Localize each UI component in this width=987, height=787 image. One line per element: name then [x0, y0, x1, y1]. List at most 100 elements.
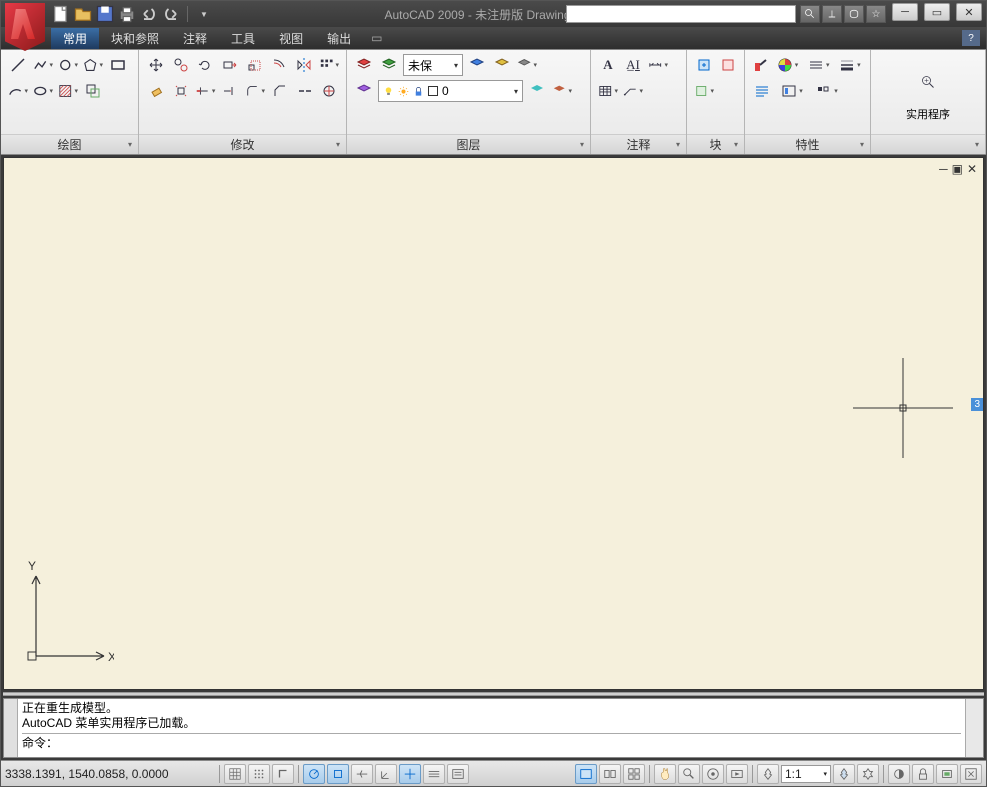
vp-minimize-icon[interactable]: ─ — [939, 162, 948, 176]
redo-icon[interactable] — [161, 4, 181, 24]
stretch-tool-icon[interactable] — [219, 54, 241, 76]
quickview-drawings-icon[interactable] — [623, 764, 645, 784]
trim-tool-icon[interactable] — [194, 80, 216, 102]
undo-icon[interactable] — [139, 4, 159, 24]
drawing-canvas[interactable]: ─ ▣ ✕ 3 Y X — [3, 157, 984, 690]
snap-grid-icon[interactable] — [224, 764, 246, 784]
scale-tool-icon[interactable] — [244, 54, 266, 76]
line-tool-icon[interactable] — [7, 54, 29, 76]
copy-tool-icon[interactable] — [170, 54, 192, 76]
layer-walk-icon[interactable] — [551, 80, 573, 102]
workspace-switch-icon[interactable] — [888, 764, 910, 784]
tab-common[interactable]: 常用 — [51, 28, 99, 49]
lineweight-combo-icon[interactable] — [836, 54, 864, 76]
vp-close-icon[interactable]: ✕ — [967, 162, 977, 176]
polygon-tool-icon[interactable] — [82, 54, 104, 76]
polar-icon[interactable] — [303, 764, 325, 784]
chamfer-tool-icon[interactable] — [269, 80, 291, 102]
search-icon-btn[interactable] — [800, 5, 820, 23]
hardware-accel-icon[interactable] — [936, 764, 958, 784]
otrack-icon[interactable] — [351, 764, 373, 784]
showmotion-icon[interactable] — [726, 764, 748, 784]
save-icon[interactable] — [95, 4, 115, 24]
insert-block-icon[interactable] — [693, 54, 714, 76]
panel-block-title[interactable]: 块▾ — [687, 134, 744, 154]
plotstyle-combo-icon[interactable] — [811, 80, 843, 102]
minimize-button[interactable]: ─ — [892, 3, 918, 21]
join-tool-icon[interactable] — [318, 80, 340, 102]
print-icon[interactable] — [117, 4, 137, 24]
ducs-icon[interactable] — [375, 764, 397, 784]
mirror-tool-icon[interactable] — [293, 54, 315, 76]
measure-tool-icon[interactable] — [908, 62, 948, 102]
zoom-icon[interactable] — [678, 764, 700, 784]
grid-display-icon[interactable] — [248, 764, 270, 784]
command-resize-handle[interactable] — [3, 692, 984, 696]
panel-annot-title[interactable]: 注释▾ — [591, 134, 686, 154]
ellipse-tool-icon[interactable] — [32, 80, 54, 102]
lineweight-toggle-icon[interactable] — [423, 764, 445, 784]
dimension-tool-icon[interactable] — [647, 54, 669, 76]
clean-screen-icon[interactable] — [960, 764, 982, 784]
layer-off-icon[interactable] — [516, 54, 538, 76]
layer-props-icon[interactable] — [353, 54, 375, 76]
polyline-tool-icon[interactable] — [32, 54, 54, 76]
layer-state-combo[interactable]: 未保▾ — [403, 54, 463, 76]
layer-states-icon[interactable] — [378, 54, 400, 76]
app-logo-icon[interactable] — [5, 3, 45, 51]
command-scrollbar[interactable] — [965, 699, 983, 757]
layer-prev-icon[interactable] — [526, 80, 548, 102]
anno-scale-combo[interactable]: 1:1▾ — [781, 765, 831, 783]
offset-tool-icon[interactable] — [269, 54, 291, 76]
anno-visibility-icon[interactable] — [833, 764, 855, 784]
layer-iso-icon[interactable] — [466, 54, 488, 76]
bylayer-combo-icon[interactable] — [776, 80, 808, 102]
panel-props-title[interactable]: 特性▾ — [745, 134, 870, 154]
panel-util-title[interactable]: ▾ — [871, 134, 985, 154]
osnap-icon[interactable] — [327, 764, 349, 784]
ortho-icon[interactable] — [272, 764, 294, 784]
dyn-input-icon[interactable] — [399, 764, 421, 784]
model-space-icon[interactable] — [575, 764, 597, 784]
rectangle-tool-icon[interactable] — [107, 54, 129, 76]
infocenter-icon[interactable]: ⟂ — [822, 5, 842, 23]
coordinates-display[interactable]: 3338.1391, 1540.0858, 0.0000 — [5, 767, 215, 781]
close-button[interactable]: ✕ — [956, 3, 982, 21]
pan-icon[interactable] — [654, 764, 676, 784]
command-handle[interactable] — [4, 699, 18, 757]
vp-restore-icon[interactable]: ▣ — [952, 162, 963, 176]
list-props-icon[interactable] — [751, 80, 773, 102]
search-input[interactable] — [566, 5, 796, 23]
command-text-area[interactable]: 正在重生成模型。 AutoCAD 菜单实用程序已加载。 命令： — [18, 699, 965, 757]
layer-freeze-icon[interactable] — [491, 54, 513, 76]
dtext-tool-icon[interactable]: A̲I — [622, 54, 644, 76]
region-tool-icon[interactable] — [82, 80, 104, 102]
new-file-icon[interactable] — [51, 4, 71, 24]
tab-view[interactable]: 视图 — [267, 28, 315, 49]
comm-center-icon[interactable] — [844, 5, 864, 23]
explode-tool-icon[interactable] — [170, 80, 192, 102]
mtext-tool-icon[interactable]: A — [597, 54, 619, 76]
linetype-combo-icon[interactable] — [805, 54, 833, 76]
table-tool-icon[interactable] — [597, 80, 619, 102]
array-tool-icon[interactable] — [318, 54, 340, 76]
color-combo-icon[interactable] — [773, 54, 801, 76]
qp-icon[interactable] — [447, 764, 469, 784]
favorite-icon[interactable]: ☆ — [866, 5, 886, 23]
tab-block-ref[interactable]: 块和参照 — [99, 28, 171, 49]
panel-modify-title[interactable]: 修改▾ — [139, 134, 346, 154]
tab-tools[interactable]: 工具 — [219, 28, 267, 49]
steering-wheel-icon[interactable] — [702, 764, 724, 784]
circle-tool-icon[interactable] — [57, 54, 79, 76]
hatch-tool-icon[interactable] — [57, 80, 79, 102]
tab-annotate[interactable]: 注释 — [171, 28, 219, 49]
panel-draw-title[interactable]: 绘图▾ — [1, 134, 138, 154]
toolbar-lock-icon[interactable] — [912, 764, 934, 784]
match-props-icon[interactable] — [751, 54, 770, 76]
quickview-layouts-icon[interactable] — [599, 764, 621, 784]
erase-tool-icon[interactable] — [145, 80, 167, 102]
anno-autoscale-icon[interactable] — [857, 764, 879, 784]
panel-layer-title[interactable]: 图层▾ — [347, 134, 590, 154]
extend-tool-icon[interactable] — [219, 80, 241, 102]
create-block-icon[interactable] — [717, 54, 738, 76]
